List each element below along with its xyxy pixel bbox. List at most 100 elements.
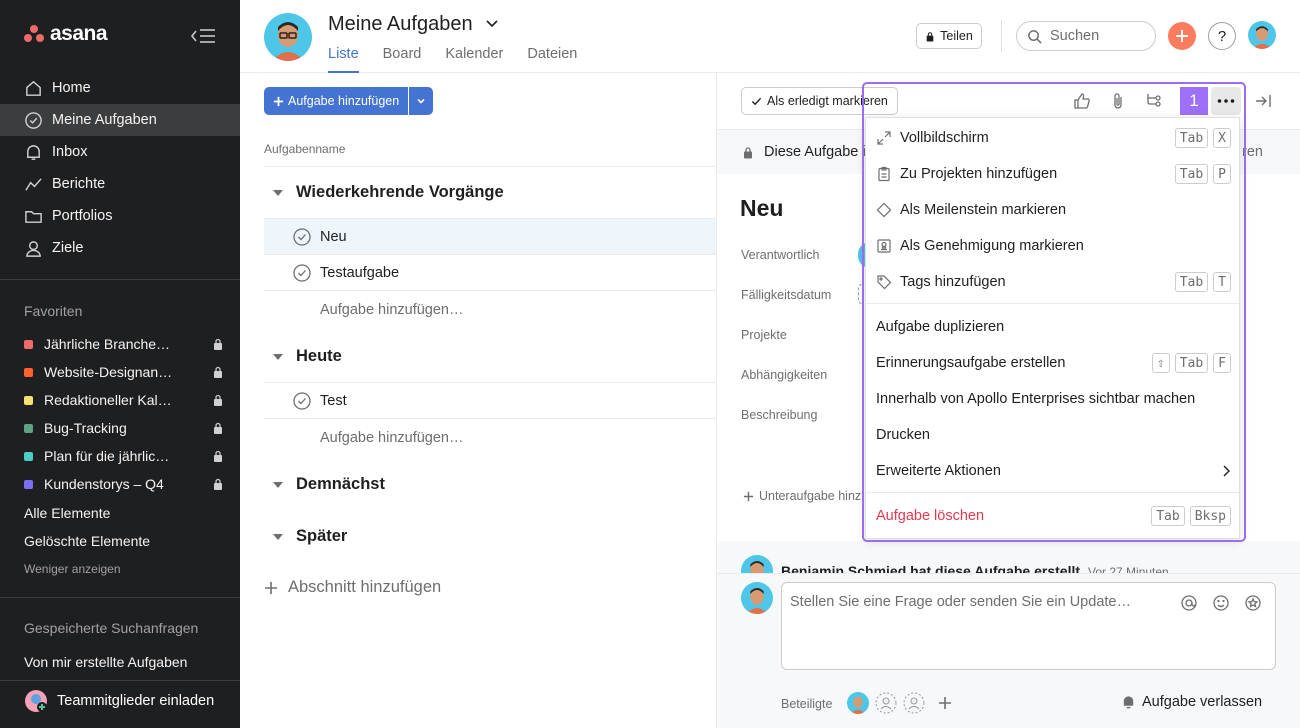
add-task-inline[interactable]: Aufgabe hinzufügen… — [320, 302, 464, 318]
person-icon — [26, 240, 41, 257]
account-avatar-image — [1248, 21, 1276, 49]
lock-icon — [744, 146, 752, 158]
chevron-down-icon[interactable] — [484, 15, 500, 31]
folder-icon — [25, 210, 42, 223]
section-header[interactable]: Wiederkehrende Vorgänge — [272, 183, 504, 202]
plus-icon[interactable] — [938, 696, 952, 710]
tab-list[interactable]: Liste — [328, 46, 359, 73]
section-header[interactable]: Demnächst — [272, 475, 385, 494]
close-pane-icon[interactable] — [1254, 92, 1272, 110]
all-items-link[interactable]: Alle Elemente — [24, 505, 110, 521]
complete-check-icon[interactable] — [293, 392, 311, 410]
sidebar-item-home[interactable]: Home — [0, 72, 240, 104]
field-label-dependencies: Abhängigkeiten — [741, 368, 828, 382]
search-icon — [1028, 29, 1042, 44]
privacy-notice-text: Diese Aufgabe i — [764, 144, 866, 160]
leave-task-button[interactable]: Aufgabe verlassen — [1121, 694, 1262, 710]
collapse-sidebar-icon[interactable] — [190, 26, 216, 46]
sidebar-item-reports[interactable]: Berichte — [0, 168, 240, 200]
asana-logo[interactable]: asana — [24, 22, 108, 46]
check-icon — [751, 97, 762, 105]
activity-text: Benjamin Schmied hat diese Aufgabe erste… — [781, 563, 1081, 573]
project-color-dot — [24, 367, 33, 377]
search-input[interactable]: Suchen — [1016, 21, 1156, 51]
invite-members-button[interactable]: Teammitglieder einladen — [24, 689, 214, 713]
divider — [264, 166, 716, 167]
task-row[interactable]: Testaufgabe — [264, 255, 716, 291]
add-section-button[interactable]: Abschnitt hinzufügen — [264, 578, 441, 597]
favorite-project-label: Website-Designan… — [44, 364, 173, 380]
tab-board[interactable]: Board — [383, 46, 422, 73]
sidebar-item-my-tasks[interactable]: Meine Aufgaben — [0, 104, 240, 136]
activity-feed: Benjamin Schmied hat diese Aufgabe erste… — [717, 541, 1300, 573]
annotation-highlight-box — [862, 82, 1246, 542]
sidebar-item-label: Portfolios — [52, 208, 113, 224]
favorite-project[interactable]: Jährliche Branche… — [24, 330, 224, 358]
add-subtask-button[interactable]: Unteraufgabe hinz — [743, 489, 861, 503]
activity-time: Vor 27 Minuten — [1088, 565, 1169, 573]
caret-down-icon[interactable] — [272, 531, 284, 543]
comment-placeholder: Stellen Sie eine Frage oder senden Sie e… — [790, 594, 1131, 610]
project-color-dot — [24, 395, 33, 405]
add-collaborator-icon[interactable] — [903, 692, 925, 714]
account-avatar[interactable] — [1248, 21, 1276, 49]
task-title[interactable]: Neu — [740, 195, 783, 222]
lock-icon — [214, 366, 222, 378]
asana-logo-icon — [24, 25, 44, 43]
favorite-project[interactable]: Plan für die jährlic… — [24, 442, 224, 470]
favorite-project[interactable]: Kundenstorys – Q4 — [24, 470, 224, 498]
complete-check-icon[interactable] — [293, 228, 311, 246]
saved-search-item[interactable]: Von mir erstellte Aufgaben — [24, 654, 187, 670]
sidebar-item-portfolios[interactable]: Portfolios — [0, 200, 240, 232]
lock-icon — [926, 31, 934, 41]
plus-icon — [1176, 30, 1188, 42]
section-title: Wiederkehrende Vorgänge — [296, 183, 504, 201]
sidebar-divider — [0, 597, 240, 598]
add-task-dropdown[interactable] — [409, 87, 434, 115]
sidebar-item-inbox[interactable]: Inbox — [0, 136, 240, 168]
user-avatar-image — [264, 13, 312, 61]
favorite-project-label: Bug-Tracking — [44, 420, 127, 436]
favorite-project[interactable]: Website-Designan… — [24, 358, 224, 386]
project-color-dot — [24, 339, 33, 349]
commenter-avatar-image — [741, 582, 773, 614]
tab-files[interactable]: Dateien — [527, 46, 577, 73]
task-name[interactable]: Testaufgabe — [320, 265, 399, 281]
favorite-project[interactable]: Redaktioneller Kal… — [24, 386, 224, 414]
caret-down-icon[interactable] — [272, 351, 284, 363]
caret-down-icon[interactable] — [272, 479, 284, 491]
bell-icon — [1123, 696, 1134, 709]
add-task-button[interactable]: Aufgabe hinzufügen — [264, 87, 409, 115]
sidebar-item-goals[interactable]: Ziele — [0, 232, 240, 264]
quick-add-button[interactable] — [1168, 22, 1196, 50]
add-collaborator-icon[interactable] — [875, 692, 897, 714]
user-avatar[interactable] — [264, 13, 312, 61]
tab-calendar[interactable]: Kalender — [445, 46, 503, 73]
section-header[interactable]: Später — [272, 527, 347, 546]
show-less-link[interactable]: Weniger anzeigen — [24, 562, 121, 576]
share-button[interactable]: Teilen — [916, 23, 982, 49]
collaborator-avatar[interactable] — [847, 692, 869, 714]
help-label: ? — [1217, 27, 1227, 45]
divider — [264, 290, 716, 291]
column-header-task-name[interactable]: Aufgabenname — [264, 142, 345, 156]
task-name[interactable]: Neu — [320, 229, 347, 245]
project-color-dot — [24, 451, 33, 461]
star-icon[interactable] — [1245, 595, 1261, 611]
deleted-items-link[interactable]: Gelöschte Elemente — [24, 533, 150, 549]
help-button[interactable]: ? — [1208, 22, 1236, 50]
caret-down-icon[interactable] — [272, 187, 284, 199]
plus-icon — [743, 491, 754, 501]
commenter-avatar — [741, 582, 773, 614]
section-header[interactable]: Heute — [272, 347, 342, 366]
emoji-icon[interactable] — [1213, 595, 1229, 611]
favorites-heading[interactable]: Favoriten — [24, 303, 82, 319]
favorite-project[interactable]: Bug-Tracking — [24, 414, 224, 442]
task-row[interactable]: Test — [264, 383, 716, 419]
task-row[interactable]: Neu — [264, 219, 716, 255]
task-name[interactable]: Test — [320, 393, 347, 409]
complete-check-icon[interactable] — [293, 264, 311, 282]
add-task-inline[interactable]: Aufgabe hinzufügen… — [320, 430, 464, 446]
saved-searches-heading[interactable]: Gespeicherte Suchanfragen — [24, 620, 198, 636]
mention-icon[interactable] — [1181, 595, 1197, 611]
